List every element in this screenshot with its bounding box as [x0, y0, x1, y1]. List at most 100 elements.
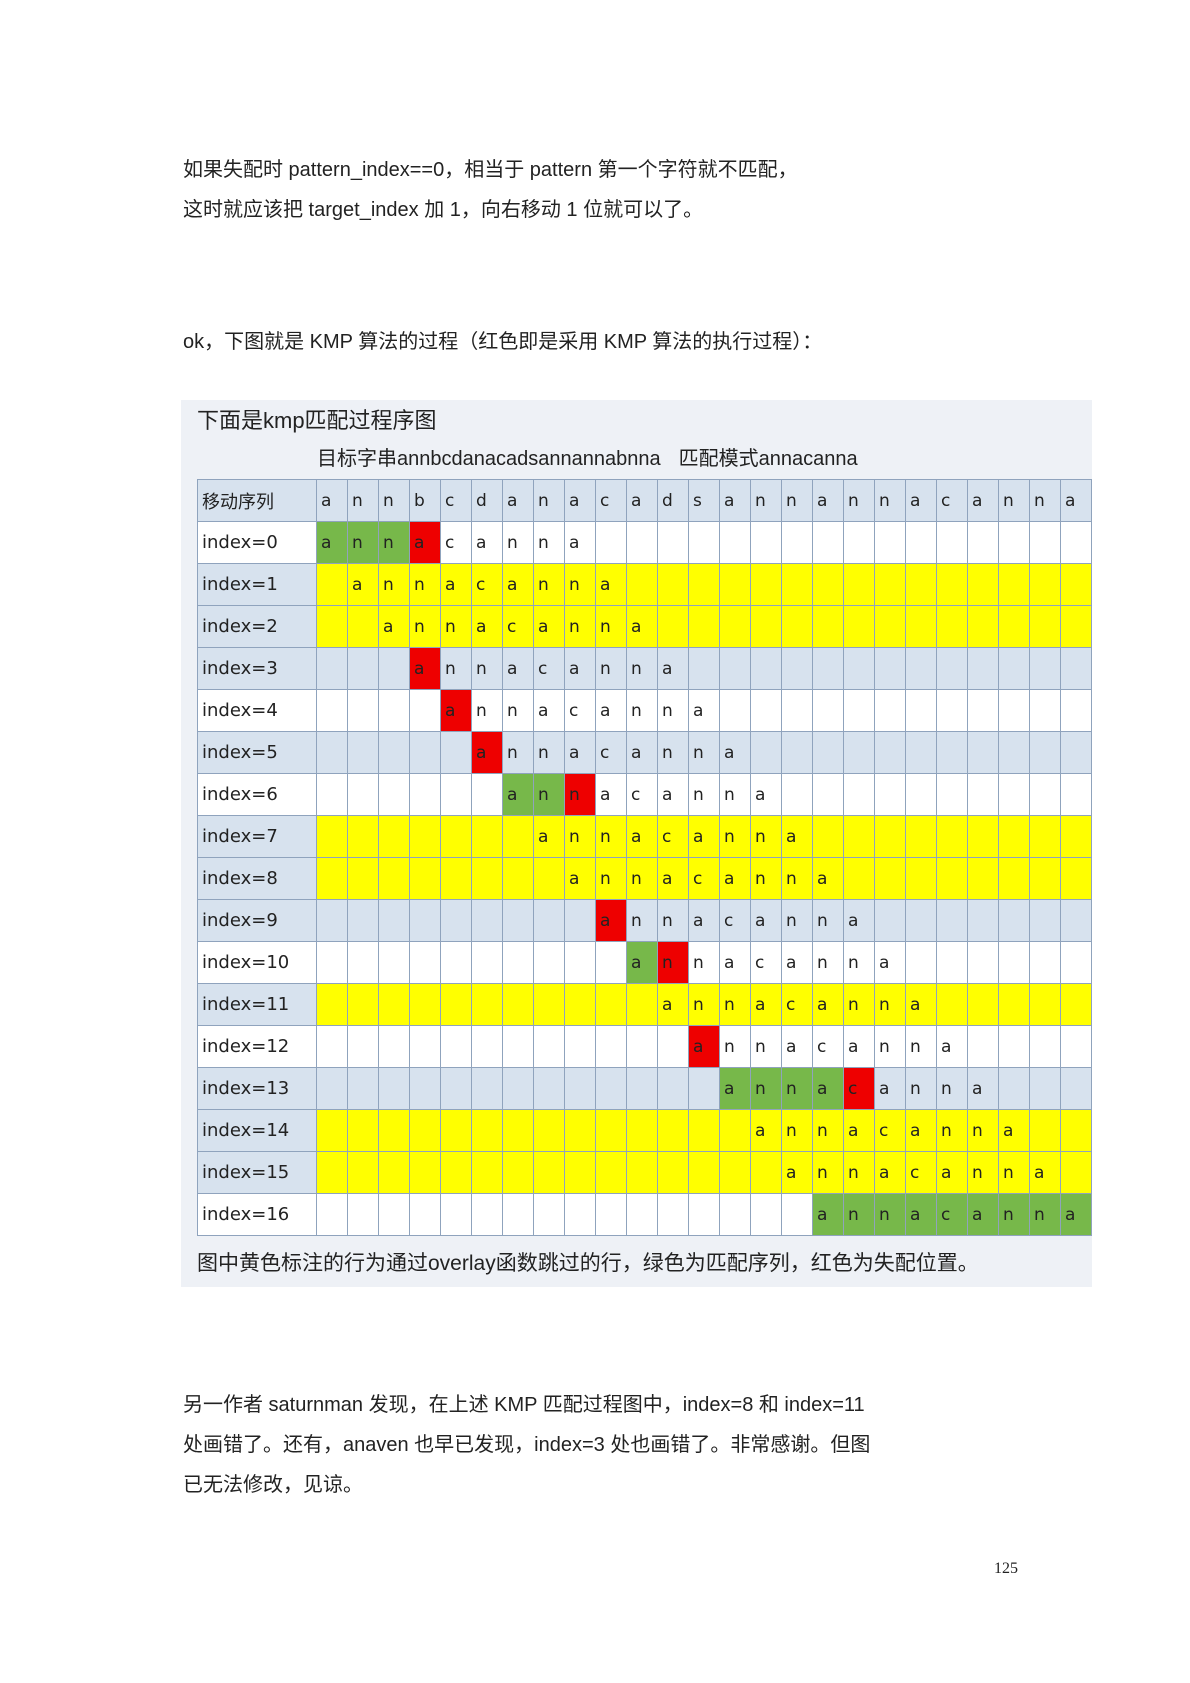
table-row: index=12 a n n a c a n n a — [197, 1025, 1092, 1068]
table-cell — [595, 983, 627, 1026]
table-header-label: 移动序列 — [197, 479, 317, 522]
table-cell — [936, 647, 968, 690]
table-cell — [440, 731, 472, 774]
pattern-char-cell: n — [657, 689, 689, 732]
table-cell — [750, 689, 782, 732]
table-cell — [905, 647, 937, 690]
paragraph-line: 另一作者 saturnman 发现，在上述 KMP 匹配过程图中，index=8… — [183, 1394, 865, 1416]
pattern-label: 匹配模式annacanna — [678, 448, 858, 470]
table-cell — [905, 731, 937, 774]
table-cell — [1029, 773, 1061, 816]
pattern-char-cell: n — [533, 563, 565, 606]
table-cell — [440, 815, 472, 858]
table-cell — [533, 941, 565, 984]
table-cell — [1029, 815, 1061, 858]
table-cell — [843, 605, 875, 648]
table-cell — [657, 605, 689, 648]
pattern-char-cell: n — [657, 941, 689, 984]
table-cell — [905, 563, 937, 606]
table-cell — [657, 1151, 689, 1194]
pattern-char-cell: n — [502, 521, 534, 564]
pattern-char-cell: a — [626, 605, 658, 648]
table-cell — [378, 1193, 410, 1236]
target-char-cell: n — [378, 479, 410, 522]
table-cell — [719, 1193, 751, 1236]
pattern-char-cell: a — [1029, 1151, 1061, 1194]
target-char-cell: c — [595, 479, 627, 522]
table-cell — [657, 1025, 689, 1068]
pattern-char-cell: a — [750, 899, 782, 942]
table-cell — [378, 1109, 410, 1152]
table-cell — [471, 773, 503, 816]
pattern-char-cell: n — [998, 1151, 1030, 1194]
pattern-char-cell: a — [440, 689, 472, 732]
pattern-char-cell: n — [564, 815, 596, 858]
pattern-char-cell: n — [750, 857, 782, 900]
table-cell — [626, 1067, 658, 1110]
pattern-char-cell: a — [874, 941, 906, 984]
table-cell — [378, 899, 410, 942]
table-row: index=6 a n n a c a n n a — [197, 773, 1092, 816]
table-cell — [1029, 563, 1061, 606]
pattern-char-cell: n — [1029, 1193, 1061, 1236]
table-cell — [998, 563, 1030, 606]
paragraph-line: 已无法修改，见谅。 — [183, 1474, 363, 1496]
table-cell — [595, 1151, 627, 1194]
table-cell — [1060, 521, 1092, 564]
pattern-char-cell: a — [533, 815, 565, 858]
pattern-char-cell: a — [409, 521, 441, 564]
table-cell — [409, 941, 441, 984]
table-cell — [502, 815, 534, 858]
target-char-cell: a — [316, 479, 348, 522]
pattern-char-cell: n — [533, 521, 565, 564]
row-label: index=5 — [197, 731, 317, 774]
target-char-cell: a — [502, 479, 534, 522]
figure-caption: 图中黄色标注的行为通过overlay函数跳过的行，绿色为匹配序列，红色为失配位置… — [197, 1252, 979, 1275]
target-char-cell: a — [564, 479, 596, 522]
table-cell — [347, 1025, 379, 1068]
table-cell — [781, 773, 813, 816]
table-cell — [626, 1109, 658, 1152]
table-cell — [688, 1151, 720, 1194]
table-cell — [688, 1109, 720, 1152]
table-cell — [316, 1193, 348, 1236]
table-cell — [595, 1025, 627, 1068]
paragraph-erratum: 另一作者 saturnman 发现，在上述 KMP 匹配过程图中，index=8… — [183, 1385, 870, 1505]
paragraph-intro: 如果失配时 pattern_index==0，相当于 pattern 第一个字符… — [183, 150, 798, 230]
pattern-char-cell: n — [688, 773, 720, 816]
pattern-char-cell: c — [781, 983, 813, 1026]
table-cell — [781, 1193, 813, 1236]
pattern-char-cell: a — [719, 1067, 751, 1110]
table-cell — [471, 1067, 503, 1110]
pattern-char-cell: n — [564, 563, 596, 606]
pattern-char-cell: a — [936, 1151, 968, 1194]
table-cell — [409, 689, 441, 732]
table-cell — [316, 941, 348, 984]
table-cell — [595, 1109, 627, 1152]
pattern-char-cell: a — [409, 647, 441, 690]
pattern-char-cell: c — [936, 1193, 968, 1236]
table-cell — [440, 899, 472, 942]
table-cell — [688, 647, 720, 690]
table-cell — [657, 563, 689, 606]
table-cell — [719, 605, 751, 648]
pattern-char-cell: c — [595, 731, 627, 774]
table-cell — [657, 521, 689, 564]
target-string-label: 目标字串annbcdanacadsannannabnna — [317, 448, 661, 470]
table-cell — [409, 983, 441, 1026]
table-cell — [688, 1067, 720, 1110]
pattern-char-cell: n — [564, 605, 596, 648]
table-cell — [843, 731, 875, 774]
table-cell — [781, 563, 813, 606]
table-cell — [1029, 899, 1061, 942]
pattern-char-cell: a — [347, 563, 379, 606]
pattern-char-cell: a — [812, 1067, 844, 1110]
table-cell — [1060, 941, 1092, 984]
table-cell — [688, 1193, 720, 1236]
table-cell — [1060, 1067, 1092, 1110]
table-cell — [347, 857, 379, 900]
table-cell — [998, 815, 1030, 858]
table-cell — [967, 899, 999, 942]
table-cell — [905, 605, 937, 648]
pattern-char-cell: n — [843, 983, 875, 1026]
